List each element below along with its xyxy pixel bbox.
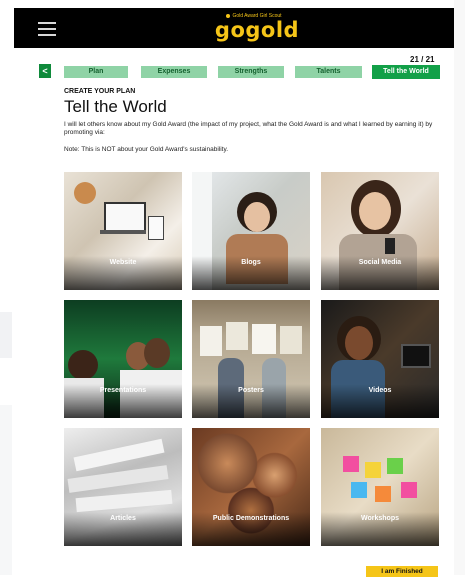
option-tile-posters[interactable]: Posters xyxy=(192,300,310,418)
back-button[interactable]: < xyxy=(39,64,51,78)
option-tile-public-demonstrations[interactable]: Public Demonstrations xyxy=(192,428,310,546)
tile-label: Videos xyxy=(368,387,392,394)
option-tile-social-media[interactable]: Social Media xyxy=(321,172,439,290)
top-bar: Gold Award Girl Scout gogold xyxy=(14,8,454,48)
option-tile-workshops[interactable]: Workshops xyxy=(321,428,439,546)
hamburger-menu-icon[interactable] xyxy=(38,22,56,36)
option-tile-presentations[interactable]: Presentations xyxy=(64,300,182,418)
tab-expenses[interactable]: Expenses xyxy=(141,66,207,78)
option-tile-articles[interactable]: Articles xyxy=(64,428,182,546)
logo-trefoil-icon xyxy=(226,14,230,18)
tab-tell-the-world[interactable]: Tell the World xyxy=(372,65,440,79)
chevron-left-icon: < xyxy=(42,66,48,76)
tab-strengths[interactable]: Strengths xyxy=(218,66,284,78)
tab-plan[interactable]: Plan xyxy=(64,66,128,78)
tile-label: Social Media xyxy=(358,259,402,266)
tile-label: Public Demonstrations xyxy=(212,515,290,522)
tile-label: Articles xyxy=(110,515,136,522)
page-title: Tell the World xyxy=(64,97,167,116)
tile-label: Workshops xyxy=(361,515,399,522)
option-tile-website[interactable]: Website xyxy=(64,172,182,290)
finish-button[interactable]: I am Finished xyxy=(366,566,438,577)
tile-label: Presentations xyxy=(99,387,147,394)
step-counter: 21 / 21 xyxy=(410,55,435,64)
section-eyebrow: CREATE YOUR PLAN xyxy=(64,88,136,95)
gogold-logo[interactable]: Gold Award Girl Scout gogold xyxy=(212,13,302,45)
tile-label: Website xyxy=(109,259,137,266)
option-tile-blogs[interactable]: Blogs xyxy=(192,172,310,290)
page-description: I will let others know about my Gold Awa… xyxy=(64,121,433,136)
option-tile-videos[interactable]: Videos xyxy=(321,300,439,418)
tab-talents[interactable]: Talents xyxy=(295,66,362,78)
page-edge xyxy=(0,405,12,575)
tile-label: Blogs xyxy=(241,259,261,266)
page-edge xyxy=(0,312,12,358)
page-edge xyxy=(454,0,465,575)
logo-wordmark: gogold xyxy=(214,18,300,42)
page-note: Note: This is NOT about your Gold Award'… xyxy=(64,146,229,153)
tile-label: Posters xyxy=(238,387,264,394)
